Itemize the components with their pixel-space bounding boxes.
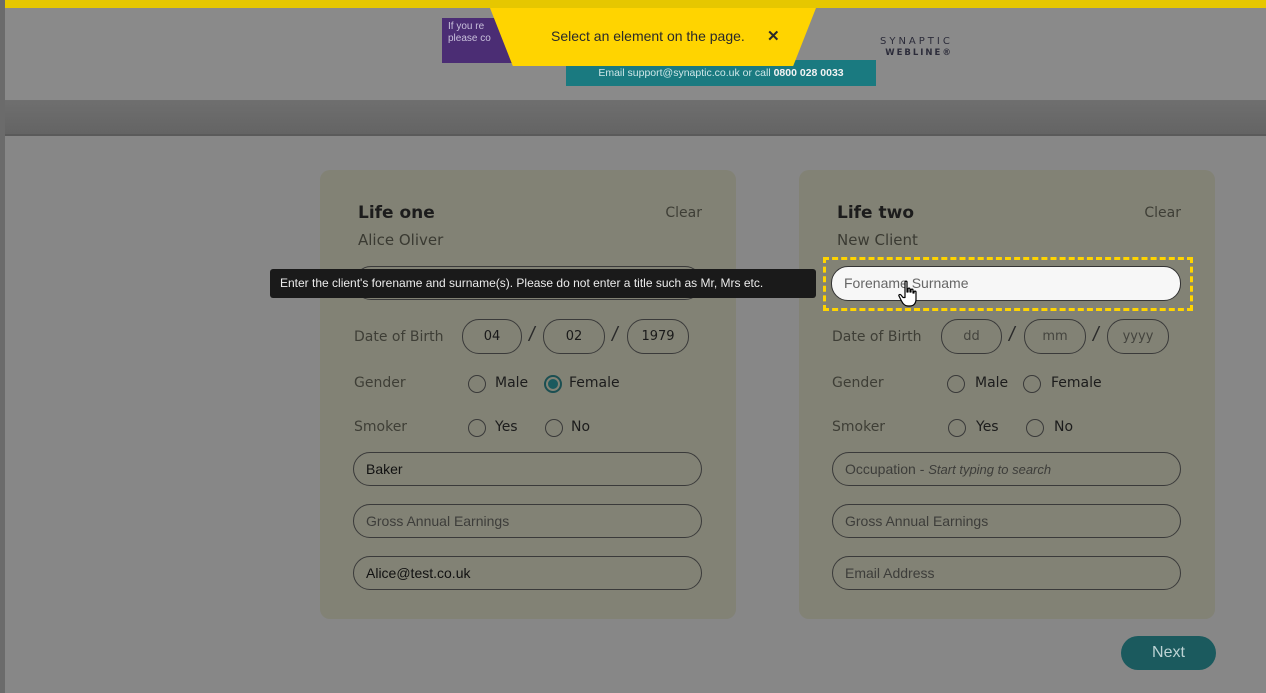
life-one-client-name: Alice Oliver	[358, 231, 444, 249]
life-one-clear-link[interactable]: Clear	[665, 205, 702, 221]
notice-line-2: please co	[448, 33, 491, 44]
life-one-smoker-no-radio[interactable]	[545, 419, 563, 437]
support-phone: 0800 028 0033	[773, 67, 844, 79]
name-field-tooltip: Enter the client's forename and surname(…	[270, 269, 816, 298]
life-one-gender-female-radio[interactable]	[544, 375, 562, 393]
life-two-gender-female-radio[interactable]	[1023, 375, 1041, 393]
life-two-email-field[interactable]: Email Address	[832, 556, 1181, 590]
page: If you re please co Email support@synapt…	[0, 0, 1266, 693]
date-separator: /	[1093, 324, 1099, 346]
life-one-dob-day[interactable]: 04	[462, 319, 522, 354]
life-one-email-field[interactable]: Alice@test.co.uk	[353, 556, 702, 590]
life-two-title: Life two	[837, 203, 915, 223]
life-two-name-field[interactable]: Forename Surname	[831, 266, 1181, 301]
life-two-dob-month[interactable]: mm	[1024, 319, 1086, 354]
life-one-gender-male-label: Male	[495, 375, 529, 391]
life-one-earnings-field[interactable]: Gross Annual Earnings	[353, 504, 702, 538]
synaptic-logo: SYNAPTIC WEBLINE®	[880, 36, 953, 58]
toast-message: Select an element on the page.	[551, 28, 745, 44]
logo-line-1: SYNAPTIC	[880, 36, 953, 47]
close-icon[interactable]: ✕	[767, 27, 780, 45]
life-one-title: Life one	[358, 203, 435, 223]
support-text: Email support@synaptic.co.uk or call	[598, 67, 774, 79]
date-separator: /	[1009, 324, 1015, 346]
life-two-earnings-field[interactable]: Gross Annual Earnings	[832, 504, 1181, 538]
life-one-occupation-field[interactable]: Baker	[353, 452, 702, 486]
life-two-gender-male-radio[interactable]	[947, 375, 965, 393]
life-one-smoker-no-label: No	[571, 419, 591, 435]
life-one-dob-label: Date of Birth	[354, 329, 444, 345]
life-two-smoker-no-radio[interactable]	[1026, 419, 1044, 437]
hand-cursor-icon	[898, 280, 917, 307]
life-two-dob-label: Date of Birth	[832, 329, 922, 345]
life-two-smoker-yes-radio[interactable]	[948, 419, 966, 437]
life-two-smoker-yes-label: Yes	[976, 419, 999, 435]
logo-line-2: WEBLINE®	[885, 48, 953, 58]
top-accent-line	[0, 0, 1266, 8]
occupation-hint: Start typing to search	[928, 462, 1052, 477]
life-one-smoker-yes-label: Yes	[495, 419, 518, 435]
date-separator: /	[612, 324, 618, 346]
life-two-panel: Life two New Client Clear Date of Birth …	[799, 170, 1215, 619]
life-one-gender-male-radio[interactable]	[468, 375, 486, 393]
life-two-occupation-field[interactable]: Occupation - Start typing to search	[832, 452, 1181, 486]
life-two-clear-link[interactable]: Clear	[1144, 205, 1181, 221]
life-one-gender-label: Gender	[354, 375, 406, 391]
nav-bar	[5, 100, 1266, 136]
date-separator: /	[529, 324, 535, 346]
life-two-smoker-label: Smoker	[832, 419, 886, 435]
life-two-gender-female-label: Female	[1051, 375, 1102, 391]
life-one-smoker-label: Smoker	[354, 419, 408, 435]
life-one-dob-month[interactable]: 02	[543, 319, 605, 354]
life-two-dob-day[interactable]: dd	[941, 319, 1002, 354]
life-one-smoker-yes-radio[interactable]	[468, 419, 486, 437]
life-two-gender-male-label: Male	[975, 375, 1009, 391]
life-two-client-name: New Client	[837, 231, 918, 249]
life-one-dob-year[interactable]: 1979	[627, 319, 689, 354]
occupation-placeholder: Occupation -	[845, 461, 929, 477]
life-two-gender-label: Gender	[832, 375, 884, 391]
life-one-panel: Life one Alice Oliver Clear Date of Birt…	[320, 170, 736, 619]
life-two-dob-year[interactable]: yyyy	[1107, 319, 1169, 354]
next-button[interactable]: Next	[1121, 636, 1216, 670]
life-one-gender-female-label: Female	[569, 375, 620, 391]
life-two-smoker-no-label: No	[1054, 419, 1074, 435]
